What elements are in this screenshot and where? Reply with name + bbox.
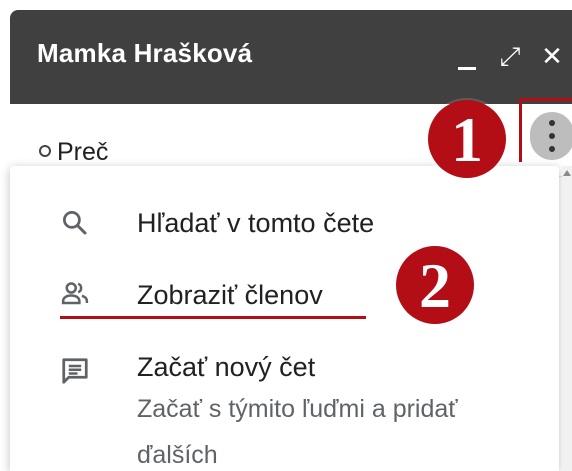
menu-item-label: Zobraziť členov (137, 280, 323, 310)
people-icon (61, 282, 89, 305)
chat-options-menu: Hľadať v tomto čete Zobraziť členov Zača… (10, 166, 559, 471)
search-icon (63, 211, 87, 235)
popout-icon[interactable]: ⤢ (496, 40, 524, 74)
menu-item-new-chat[interactable]: Začať nový čet Začať s týmito ľuďmi a pr… (10, 342, 559, 471)
step-2-badge: 2 (396, 246, 474, 324)
status-label[interactable]: Preč (57, 138, 108, 167)
chat-icon (62, 358, 88, 384)
chat-header: Mamka Hrašková ⤢ ✕ (10, 10, 572, 104)
menu-item-search[interactable]: Hľadať v tomto čete (10, 194, 559, 252)
status-away-icon (39, 145, 51, 157)
menu-item-sublabel: Začať s týmito ľuďmi a pridať ďalších (137, 395, 458, 469)
menu-item-label: Hľadať v tomto čete (137, 208, 375, 238)
highlight-underline (60, 316, 366, 319)
highlight-box (519, 98, 572, 162)
menu-item-label: Začať nový čet (137, 352, 316, 382)
step-1-badge: 1 (428, 100, 506, 178)
screenshot-stage: Mamka Hrašková ⤢ ✕ Preč Hľadať v tomto č… (0, 0, 572, 471)
chat-title[interactable]: Mamka Hrašková (37, 38, 252, 69)
page-margin (0, 0, 10, 471)
minimize-icon[interactable] (454, 40, 482, 74)
scrollbar[interactable] (562, 166, 572, 471)
close-icon[interactable]: ✕ (538, 40, 566, 74)
scroll-up-arrow-icon[interactable] (563, 170, 571, 176)
